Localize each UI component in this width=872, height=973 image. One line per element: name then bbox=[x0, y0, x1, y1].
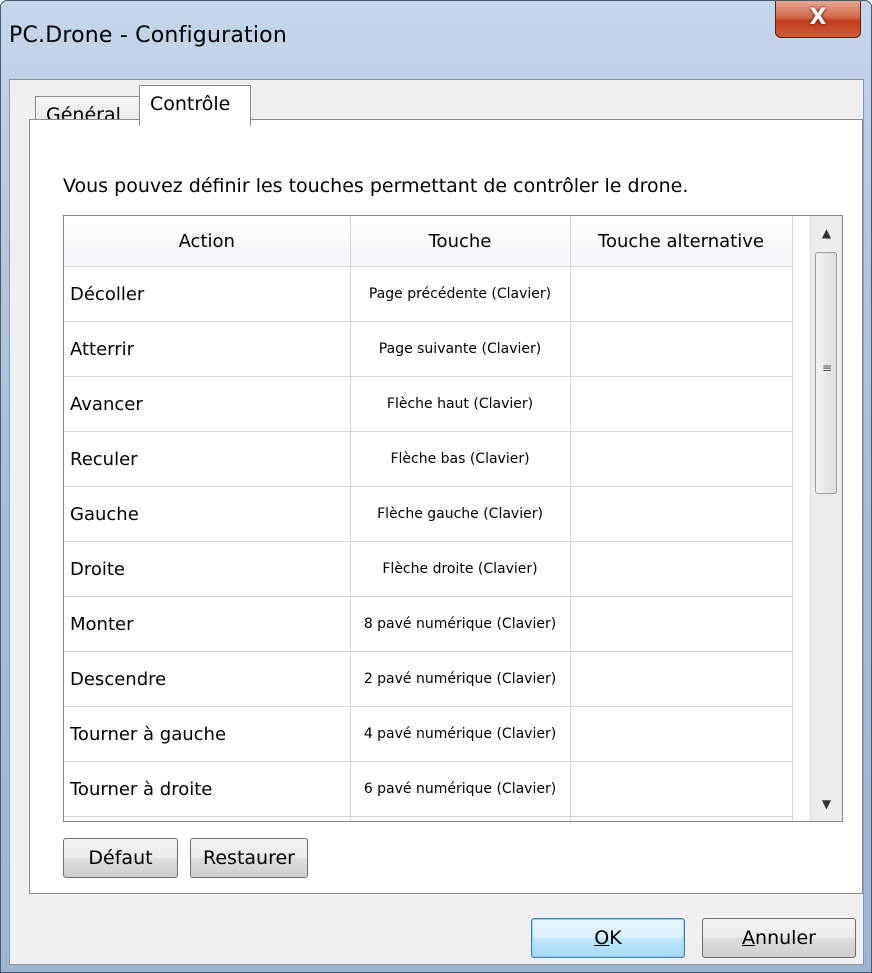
key-cell[interactable]: Flèche haut (Clavier) bbox=[350, 376, 571, 432]
key-cell[interactable]: 8 pavé numérique (Clavier) bbox=[350, 596, 571, 652]
key-bindings-grid: Action Touche Touche alternative Décolle… bbox=[63, 215, 843, 822]
alt-key-cell[interactable] bbox=[570, 321, 793, 377]
action-cell: Monter bbox=[64, 596, 351, 652]
table-row[interactable]: Tourner à droite 6 pavé numérique (Clavi… bbox=[64, 761, 793, 817]
alt-key-cell[interactable] bbox=[570, 266, 793, 322]
title-bar[interactable]: PC.Drone - Configuration X bbox=[1, 1, 871, 79]
action-cell: Avancer bbox=[64, 376, 351, 432]
key-cell[interactable]: 2 pavé numérique (Clavier) bbox=[350, 651, 571, 707]
alt-key-cell[interactable] bbox=[570, 486, 793, 542]
cancel-label-rest: nnuler bbox=[755, 927, 816, 949]
table-header-row: Action Touche Touche alternative bbox=[64, 216, 793, 267]
column-header-touche[interactable]: Touche bbox=[350, 216, 571, 267]
alt-key-cell[interactable] bbox=[570, 651, 793, 707]
close-icon: X bbox=[809, 5, 827, 30]
table-row[interactable]: 5 pavé numérique bbox=[64, 816, 793, 821]
action-cell: Reculer bbox=[64, 431, 351, 487]
scroll-thumb[interactable]: ≡ bbox=[815, 252, 837, 494]
table-row[interactable]: Reculer Flèche bas (Clavier) bbox=[64, 431, 793, 487]
ok-button[interactable]: OK bbox=[531, 918, 685, 958]
key-cell[interactable]: Page précédente (Clavier) bbox=[350, 266, 571, 322]
config-window: PC.Drone - Configuration X Général Contr… bbox=[0, 0, 872, 973]
ok-mnemonic: O bbox=[594, 927, 610, 949]
alt-key-cell[interactable] bbox=[570, 541, 793, 597]
alt-key-cell[interactable] bbox=[570, 816, 793, 821]
tab-panel-controle: Vous pouvez définir les touches permetta… bbox=[29, 119, 863, 894]
description-text: Vous pouvez définir les touches permetta… bbox=[63, 175, 689, 197]
ok-label-rest: K bbox=[609, 927, 622, 949]
key-cell[interactable]: Page suivante (Clavier) bbox=[350, 321, 571, 377]
cancel-button[interactable]: Annuler bbox=[702, 918, 856, 958]
alt-key-cell[interactable] bbox=[570, 431, 793, 487]
table-row[interactable]: Avancer Flèche haut (Clavier) bbox=[64, 376, 793, 432]
column-header-action[interactable]: Action bbox=[64, 216, 351, 267]
alt-key-cell[interactable] bbox=[570, 376, 793, 432]
column-header-touche-alternative[interactable]: Touche alternative bbox=[570, 216, 793, 267]
key-cell[interactable]: 4 pavé numérique (Clavier) bbox=[350, 706, 571, 762]
action-cell: Atterrir bbox=[64, 321, 351, 377]
key-cell[interactable]: 6 pavé numérique (Clavier) bbox=[350, 761, 571, 817]
alt-key-cell[interactable] bbox=[570, 596, 793, 652]
action-cell: Droite bbox=[64, 541, 351, 597]
tab-controle-label: Contrôle bbox=[150, 93, 231, 115]
table-row[interactable]: Décoller Page précédente (Clavier) bbox=[64, 266, 793, 322]
scroll-down-icon[interactable]: ▼ bbox=[811, 787, 842, 821]
table-row[interactable]: Droite Flèche droite (Clavier) bbox=[64, 541, 793, 597]
vertical-scrollbar[interactable]: ▲ ≡ ▼ bbox=[810, 216, 842, 821]
scroll-up-icon[interactable]: ▲ bbox=[811, 216, 842, 250]
action-cell: Tourner à droite bbox=[64, 761, 351, 817]
table-row[interactable]: Descendre 2 pavé numérique (Clavier) bbox=[64, 651, 793, 707]
key-cell[interactable]: Flèche gauche (Clavier) bbox=[350, 486, 571, 542]
close-button[interactable]: X bbox=[775, 1, 861, 38]
action-cell: Tourner à gauche bbox=[64, 706, 351, 762]
key-cell[interactable]: Flèche bas (Clavier) bbox=[350, 431, 571, 487]
table-row[interactable]: Tourner à gauche 4 pavé numérique (Clavi… bbox=[64, 706, 793, 762]
key-cell[interactable]: 5 pavé numérique bbox=[350, 816, 571, 821]
grip-icon: ≡ bbox=[822, 361, 833, 375]
table-row[interactable]: Gauche Flèche gauche (Clavier) bbox=[64, 486, 793, 542]
action-cell: Décoller bbox=[64, 266, 351, 322]
alt-key-cell[interactable] bbox=[570, 761, 793, 817]
action-cell: Descendre bbox=[64, 651, 351, 707]
restore-button[interactable]: Restaurer bbox=[190, 838, 308, 878]
key-cell[interactable]: Flèche droite (Clavier) bbox=[350, 541, 571, 597]
table-row[interactable]: Atterrir Page suivante (Clavier) bbox=[64, 321, 793, 377]
window-title: PC.Drone - Configuration bbox=[9, 23, 287, 48]
alt-key-cell[interactable] bbox=[570, 706, 793, 762]
tab-controle[interactable]: Contrôle bbox=[139, 85, 251, 126]
key-bindings-table: Action Touche Touche alternative Décolle… bbox=[64, 216, 793, 821]
action-cell: Gauche bbox=[64, 486, 351, 542]
cancel-mnemonic: A bbox=[742, 927, 756, 949]
default-button[interactable]: Défaut bbox=[63, 838, 178, 878]
action-cell bbox=[64, 816, 351, 821]
table-row[interactable]: Monter 8 pavé numérique (Clavier) bbox=[64, 596, 793, 652]
